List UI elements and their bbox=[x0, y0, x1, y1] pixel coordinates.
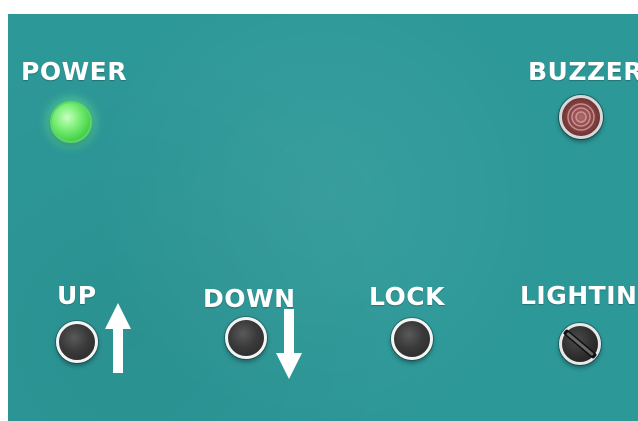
lighting-label: LIGHTING bbox=[520, 281, 638, 310]
lock-label: LOCK bbox=[369, 282, 446, 311]
power-indicator-light bbox=[50, 101, 92, 143]
up-button[interactable] bbox=[56, 321, 98, 363]
power-label: POWER bbox=[21, 57, 127, 86]
up-label: UP bbox=[57, 281, 97, 310]
control-panel: POWER BUZZER UP DOWN LOCK LIGHTING bbox=[8, 14, 638, 421]
down-button[interactable] bbox=[225, 317, 267, 359]
lock-button[interactable] bbox=[391, 318, 433, 360]
down-label: DOWN bbox=[203, 284, 296, 313]
lighting-selector-switch[interactable] bbox=[559, 323, 601, 365]
buzzer-grille-icon bbox=[567, 103, 595, 131]
buzzer-label: BUZZER bbox=[528, 57, 638, 86]
buzzer-button[interactable] bbox=[559, 95, 603, 139]
selector-switch-icon bbox=[563, 329, 597, 359]
arrow-down-icon bbox=[276, 309, 302, 379]
arrow-up-icon bbox=[105, 303, 131, 373]
